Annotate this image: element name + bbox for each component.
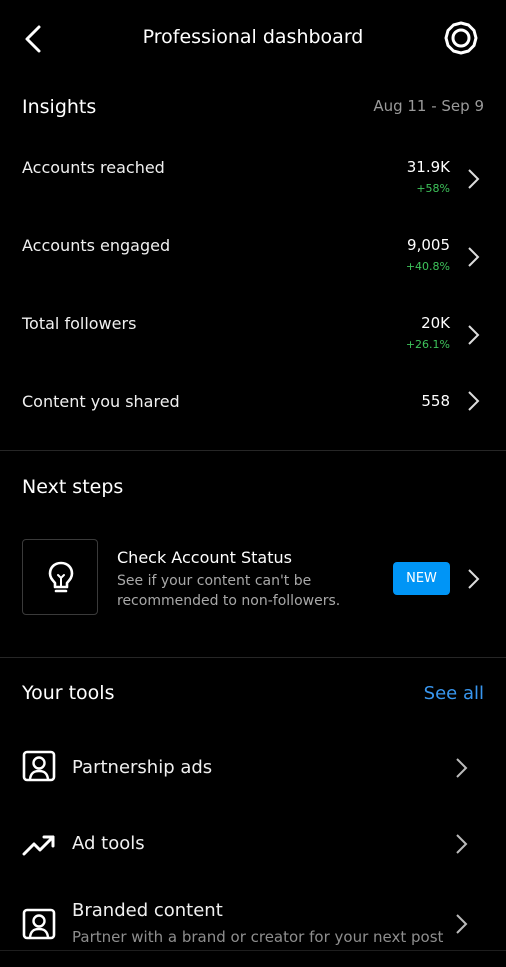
card-description: See if your content can't be recommended… <box>117 573 341 609</box>
chevron-right-icon <box>456 758 468 778</box>
tool-item-ad-tools[interactable]: Ad tools <box>0 816 506 872</box>
insight-row-accounts-reached[interactable]: Accounts reached 31.9K +58% <box>0 150 506 206</box>
insight-label: Total followers <box>22 314 137 333</box>
insight-value: 9,005 <box>407 236 450 254</box>
insight-value: 558 <box>421 392 450 410</box>
chevron-right-icon <box>456 834 468 854</box>
insight-row-content-shared[interactable]: Content you shared 558 <box>0 384 506 420</box>
insight-value: 20K <box>421 314 450 332</box>
new-badge: NEW <box>393 562 450 595</box>
lightbulb-icon <box>48 561 74 593</box>
chevron-right-icon <box>456 914 468 934</box>
card-title[interactable]: Check Account Status <box>117 548 292 567</box>
insight-row-accounts-engaged[interactable]: Accounts engaged 9,005 +40.8% <box>0 228 506 284</box>
tool-label: Branded content <box>72 900 223 921</box>
divider <box>0 657 506 658</box>
chevron-right-icon <box>468 247 480 267</box>
tool-description: Partner with a brand or creator for your… <box>72 928 444 946</box>
see-all-link[interactable]: See all <box>424 683 484 704</box>
gear-icon[interactable] <box>444 21 478 55</box>
chevron-right-icon <box>468 391 480 411</box>
insight-delta: +40.8% <box>405 260 450 273</box>
insight-delta: +26.1% <box>405 338 450 351</box>
tool-label: Partnership ads <box>72 757 213 778</box>
insight-label: Content you shared <box>22 392 180 411</box>
chevron-right-icon[interactable] <box>466 568 480 590</box>
divider <box>0 450 506 451</box>
page-title: Professional dashboard <box>142 26 364 48</box>
chevron-right-icon <box>468 169 480 189</box>
portrait-icon <box>22 908 56 940</box>
chevron-right-icon <box>468 325 480 345</box>
date-range[interactable]: Aug 11 - Sep 9 <box>373 97 484 115</box>
insights-title: Insights <box>22 96 97 118</box>
insight-label: Accounts reached <box>22 158 165 177</box>
portrait-icon <box>22 750 56 782</box>
trending-up-icon <box>22 835 55 856</box>
your-tools-title: Your tools <box>22 682 115 704</box>
tool-item-partnership-ads[interactable]: Partnership ads <box>0 740 506 796</box>
insight-row-total-followers[interactable]: Total followers 20K +26.1% <box>0 306 506 362</box>
tool-label: Ad tools <box>72 833 145 854</box>
next-steps-title: Next steps <box>22 476 124 498</box>
account-status-icon-box[interactable] <box>22 539 98 615</box>
insight-value: 31.9K <box>406 158 450 176</box>
insight-delta: +58% <box>416 182 450 195</box>
bottom-nav-divider <box>0 950 506 951</box>
insight-label: Accounts engaged <box>22 236 171 255</box>
